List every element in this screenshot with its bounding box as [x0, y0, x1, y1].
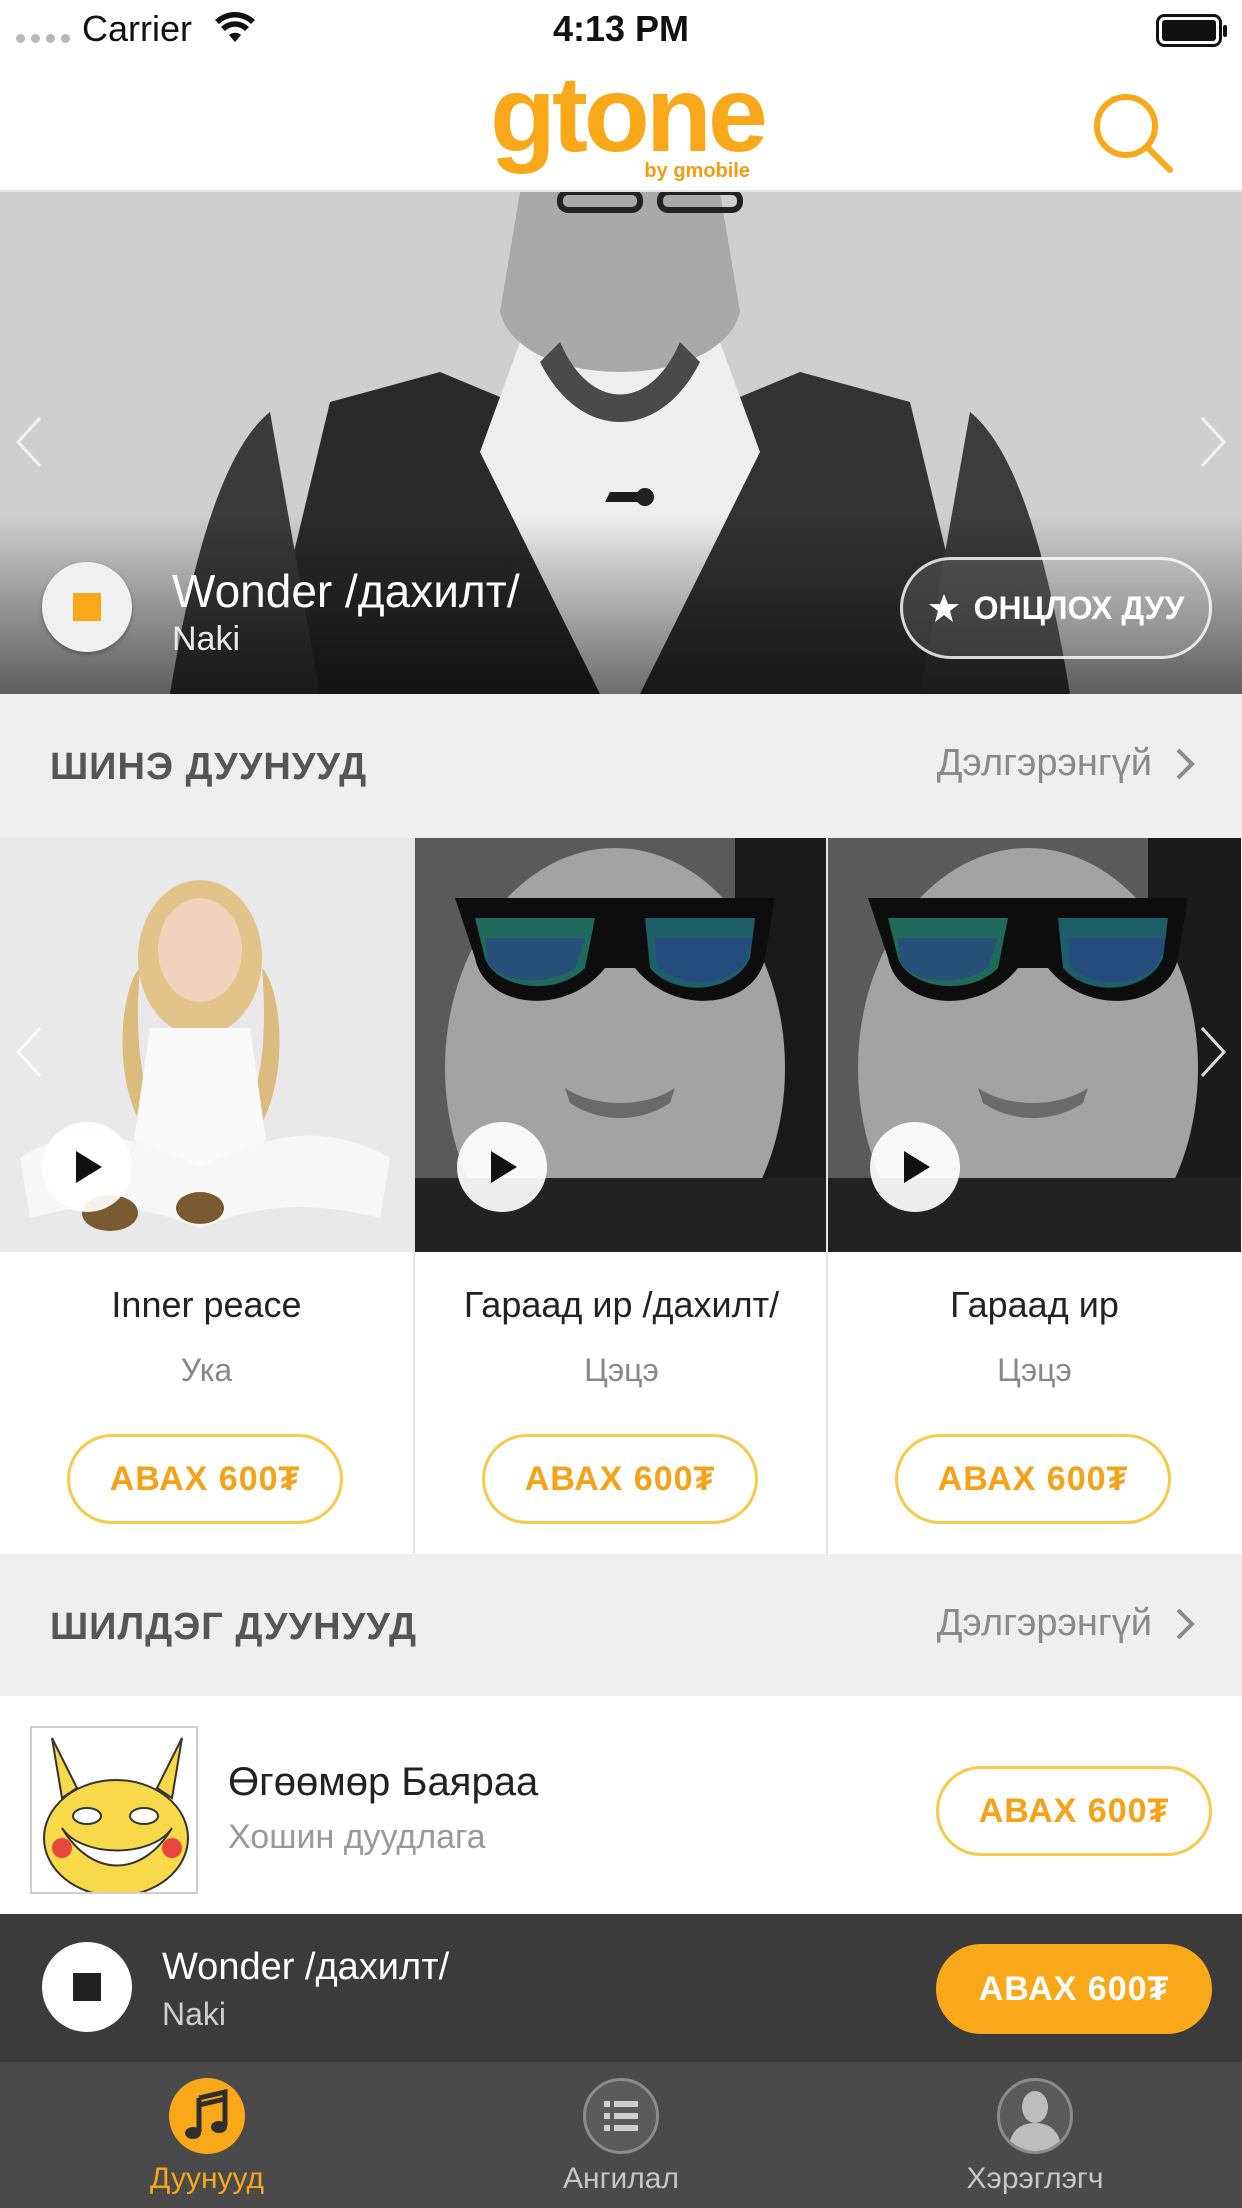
logo-wordmark: gtone [490, 53, 768, 174]
hero-prev-arrow[interactable] [12, 414, 46, 470]
new-songs-header: ШИНЭ ДУУНУУД Дэлгэрэнгүй [0, 694, 1242, 838]
hero-artist-name: Naki [172, 620, 241, 658]
song-title: Inner peace [111, 1284, 302, 1325]
chevron-right-icon [1176, 1608, 1195, 1639]
song-card[interactable]: Гараад ир /дахилт/ Цэцэ АВАХ 600₮ [413, 838, 828, 1554]
song-artist: Цэцэ [584, 1352, 659, 1388]
carousel-next-arrow[interactable] [1196, 1024, 1230, 1080]
player-buy-button[interactable]: АВАХ 600₮ [936, 1944, 1212, 2034]
featured-song-label: ОНЦЛОХ ДУУ [973, 589, 1185, 626]
gtone-logo: gtone by gmobile [490, 60, 768, 186]
chevron-right-icon [1200, 1026, 1227, 1078]
search-button[interactable] [1090, 90, 1176, 176]
song-artist: Цэцэ [997, 1352, 1072, 1388]
music-note-icon [169, 2078, 245, 2154]
tab-label: Ангилал [563, 2162, 679, 2195]
play-button[interactable] [42, 1122, 132, 1212]
new-songs-title: ШИНЭ ДУУНУУД [50, 746, 368, 788]
new-songs-more-link[interactable]: Дэлгэрэнгүй [937, 742, 1196, 785]
song-title: Гараад ир [950, 1284, 1119, 1325]
list-item-subtitle: Хошин дуудлага [228, 1818, 486, 1856]
list-item[interactable]: Өгөөмөр Баяраа Хошин дуудлага АВАХ 600₮ [0, 1696, 1242, 1914]
player-song-title: Wonder /дахилт/ [162, 1946, 450, 1988]
play-icon [76, 1151, 102, 1183]
more-label: Дэлгэрэнгүй [936, 1602, 1152, 1644]
song-artist: Ука [180, 1352, 233, 1388]
chevron-left-icon [15, 1026, 42, 1078]
song-card[interactable]: Гараад ир Цэцэ АВАХ 600₮ [826, 838, 1241, 1554]
hero-stop-button[interactable] [42, 562, 132, 652]
player-stop-button[interactable] [42, 1942, 132, 2032]
carousel-prev-arrow[interactable] [12, 1024, 46, 1080]
app-header: gtone by gmobile [0, 60, 1242, 192]
star-icon [928, 594, 959, 622]
buy-button[interactable]: АВАХ 600₮ [895, 1434, 1171, 1524]
hero-song-title: Wonder /дахилт/ [172, 565, 520, 617]
play-button[interactable] [457, 1122, 547, 1212]
song-thumbnail [30, 1726, 198, 1894]
tab-label: Дуунууд [149, 2162, 265, 2195]
stop-icon [73, 1973, 101, 2001]
status-time: 4:13 PM [552, 8, 690, 49]
chevron-right-icon [1176, 748, 1195, 779]
song-card[interactable]: Inner peace Ука АВАХ 600₮ [0, 838, 413, 1554]
stop-icon [73, 593, 101, 621]
mini-player[interactable]: Wonder /дахилт/ Naki АВАХ 600₮ [0, 1914, 1242, 2062]
tab-user[interactable]: Хэрэглэгч [828, 2062, 1242, 2208]
tab-songs[interactable]: Дуунууд [0, 2062, 414, 2208]
buy-button[interactable]: АВАХ 600₮ [67, 1434, 343, 1524]
list-item-title: Өгөөмөр Баяраа [228, 1760, 539, 1804]
player-artist-name: Naki [162, 1996, 227, 2032]
hero-banner[interactable]: Wonder /дахилт/ Naki ОНЦЛОХ ДУУ [0, 192, 1242, 694]
chevron-left-icon [15, 416, 42, 468]
search-icon [1094, 94, 1173, 173]
chevron-right-icon [1200, 416, 1227, 468]
play-icon [491, 1151, 517, 1183]
status-bar: Carrier 4:13 PM [0, 0, 1242, 60]
tab-bar: Дуунууд Ангилал Хэрэглэгч [0, 2062, 1242, 2208]
hero-next-arrow[interactable] [1196, 414, 1230, 470]
play-button[interactable] [870, 1122, 960, 1212]
top-songs-title: ШИЛДЭГ ДУУНУУД [50, 1606, 418, 1648]
logo-subtitle: by gmobile [644, 160, 750, 182]
list-icon [583, 2078, 659, 2154]
play-icon [904, 1151, 930, 1183]
battery-icon [1156, 14, 1228, 53]
top-songs-more-link[interactable]: Дэлгэрэнгүй [937, 1602, 1196, 1645]
top-songs-header: ШИЛДЭГ ДУУНУУД Дэлгэрэнгүй [0, 1554, 1242, 1696]
new-songs-carousel: Inner peace Ука АВАХ 600₮ Гараад ир /дах… [0, 838, 1242, 1554]
tab-label: Хэрэглэгч [966, 2162, 1104, 2195]
buy-button[interactable]: АВАХ 600₮ [482, 1434, 758, 1524]
featured-song-button[interactable]: ОНЦЛОХ ДУУ [900, 557, 1212, 659]
song-title: Гараад ир /дахилт/ [463, 1284, 780, 1325]
buy-button[interactable]: АВАХ 600₮ [936, 1766, 1212, 1856]
user-icon [997, 2078, 1073, 2154]
tab-categories[interactable]: Ангилал [414, 2062, 828, 2208]
more-label: Дэлгэрэнгүй [936, 742, 1152, 784]
